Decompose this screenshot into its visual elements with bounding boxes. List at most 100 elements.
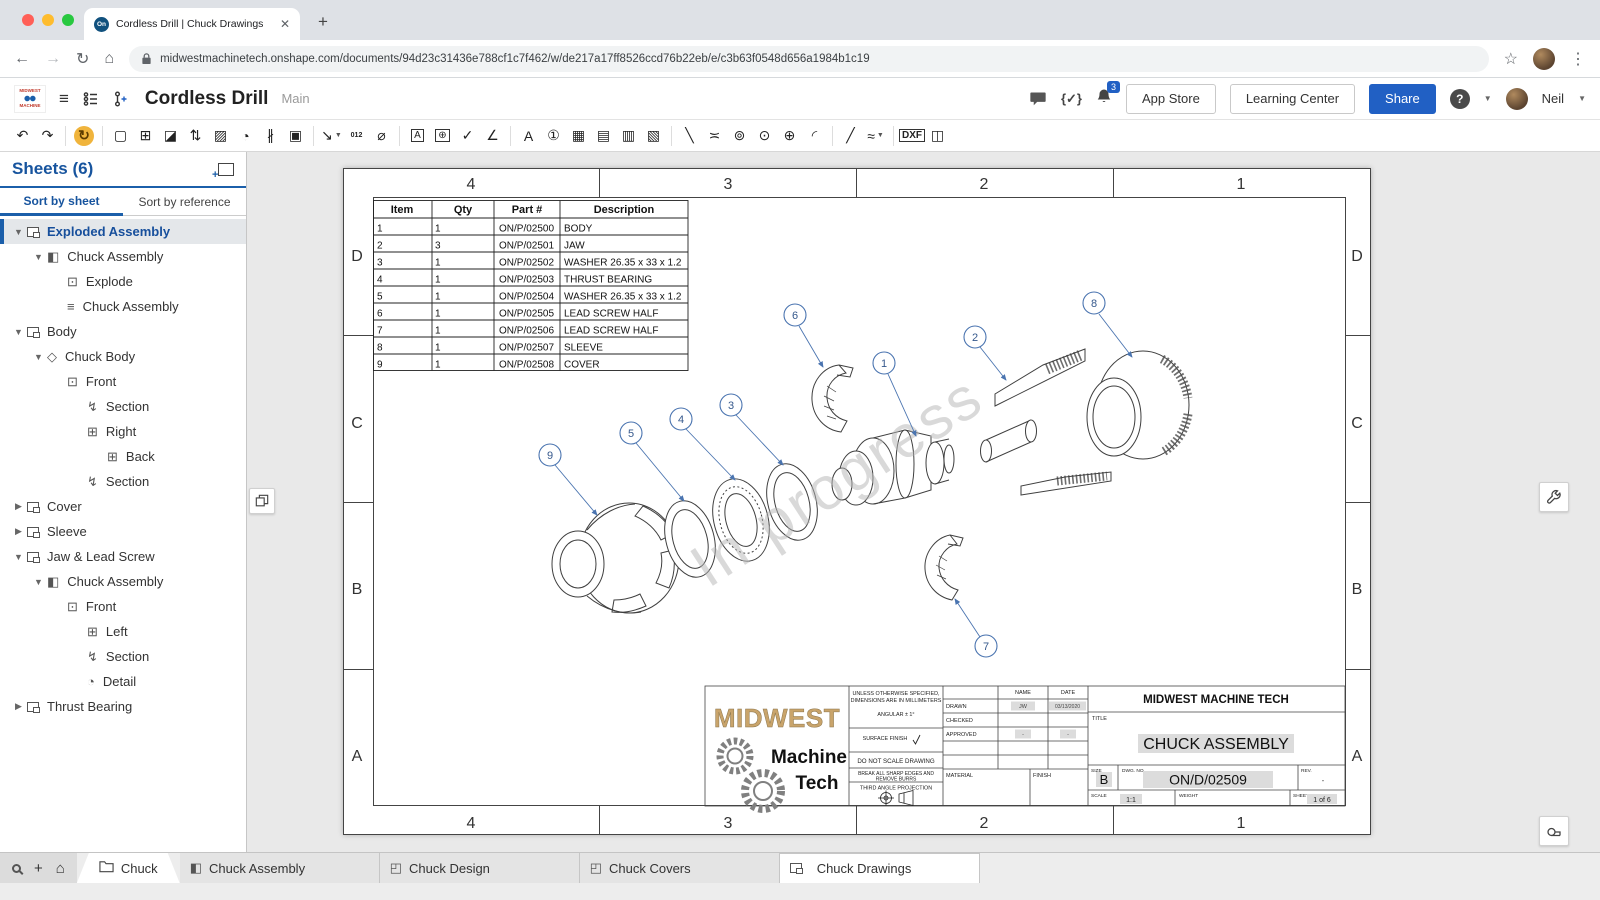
text-icon[interactable]: A — [516, 124, 541, 148]
export-dxf-icon[interactable]: DXF — [899, 124, 925, 148]
point-to-point-icon[interactable]: ╲ — [677, 124, 702, 148]
reload-icon[interactable]: ↻ — [76, 49, 89, 69]
share-button[interactable]: Share — [1369, 84, 1436, 114]
user-caret-icon[interactable]: ▼ — [1578, 94, 1586, 103]
projected-view-icon[interactable]: ⊞ — [133, 124, 158, 148]
minimize-window-button[interactable] — [42, 14, 54, 26]
circle-center-icon[interactable]: ⊙ — [752, 124, 777, 148]
home-icon[interactable]: ⌂ — [104, 50, 114, 68]
diameter-dimension-icon[interactable]: ⌀ — [369, 124, 394, 148]
section-view-icon[interactable]: ⇅ — [183, 124, 208, 148]
dimension-icon[interactable]: ↘▼ — [319, 124, 344, 148]
window-controls[interactable] — [22, 14, 74, 26]
break-view-icon[interactable]: ∦ — [258, 124, 283, 148]
document-tab-chuck[interactable]: Chuck — [77, 853, 180, 883]
sheet-tools-button[interactable] — [1539, 482, 1569, 512]
user-avatar[interactable] — [1506, 88, 1528, 110]
sheet-tree-item-thrust-bearing[interactable]: ▶Thrust Bearing — [0, 694, 246, 719]
sheet-tree-item-section[interactable]: ↯Section — [0, 644, 246, 669]
close-tab-icon[interactable]: ✕ — [280, 17, 290, 31]
ordinate-dimension-icon[interactable]: 012 — [344, 124, 369, 148]
document-tab-chuck-design[interactable]: ◰Chuck Design — [380, 853, 580, 883]
branch-icon[interactable] — [113, 90, 128, 108]
versions-history-icon[interactable] — [82, 90, 100, 108]
home-icon-tabbar[interactable]: ⌂ — [56, 860, 65, 877]
chevron-right-icon[interactable]: ▶ — [10, 701, 27, 712]
browser-profile-avatar[interactable] — [1533, 48, 1555, 70]
centerline-icon[interactable]: ≍ — [702, 124, 727, 148]
drawing-canvas[interactable]: 4 3 2 1 4 3 2 1 D C B A D C B A — [247, 152, 1600, 852]
tab-sort-by-reference[interactable]: Sort by reference — [123, 188, 246, 216]
sheet-tree-item-front[interactable]: ⊡Front — [0, 369, 246, 394]
address-bar[interactable]: midwestmachinetech.onshape.com/documents… — [129, 46, 1489, 72]
tangent-icon[interactable]: ◜ — [802, 124, 827, 148]
tab-sort-by-sheet[interactable]: Sort by sheet — [0, 188, 123, 216]
measure-button[interactable] — [1539, 816, 1569, 846]
document-tab-chuck-covers[interactable]: ◰Chuck Covers — [580, 853, 780, 883]
notifications-bell-icon[interactable]: 3 — [1096, 88, 1112, 110]
browser-menu-icon[interactable]: ⋮ — [1570, 49, 1586, 69]
comments-icon[interactable] — [1029, 90, 1047, 107]
sheet-tree-item-exploded-assembly[interactable]: ▼Exploded Assembly — [0, 219, 246, 244]
surface-finish-icon[interactable]: ✓ — [455, 124, 480, 148]
new-sheet-icon[interactable] — [218, 163, 234, 176]
auxiliary-view-icon[interactable]: ◪ — [158, 124, 183, 148]
user-name[interactable]: Neil — [1542, 91, 1564, 106]
document-tab-chuck-assembly[interactable]: ◧Chuck Assembly — [180, 853, 380, 883]
sheet-tree-item-jaw-lead-screw[interactable]: ▼Jaw & Lead Screw — [0, 544, 246, 569]
crop-view-icon[interactable]: ◔ — [233, 124, 258, 148]
bom-table-icon[interactable]: ▤ — [591, 124, 616, 148]
weld-symbol-icon[interactable]: ∠ — [480, 124, 505, 148]
sheet-tree-item-back[interactable]: ⊞Back — [0, 444, 246, 469]
browser-tab[interactable]: On Cordless Drill | Chuck Drawings ✕ — [84, 8, 300, 40]
help-icon[interactable]: ? — [1450, 89, 1470, 109]
spline-icon[interactable]: ≈▼ — [863, 124, 888, 148]
center-mark-pattern-icon[interactable]: ⊚ — [727, 124, 752, 148]
sheet-tree-item-chuck-assembly[interactable]: ▼◧Chuck Assembly — [0, 569, 246, 594]
sheet-tree-item-cover[interactable]: ▶Cover — [0, 494, 246, 519]
hole-table-icon[interactable]: ▥ — [616, 124, 641, 148]
chevron-down-icon[interactable]: ▼ — [10, 327, 27, 337]
revision-table-icon[interactable]: ▧ — [641, 124, 666, 148]
help-caret-icon[interactable]: ▼ — [1484, 94, 1492, 103]
balloon-icon[interactable]: ① — [541, 124, 566, 148]
note-icon[interactable]: A — [405, 124, 430, 148]
sheet-tree-item-right[interactable]: ⊞Right — [0, 419, 246, 444]
chevron-down-icon[interactable]: ▼ — [30, 577, 47, 587]
undo-icon[interactable]: ↶ — [10, 124, 35, 148]
featurescript-icon[interactable]: {✓} — [1061, 91, 1082, 107]
zoom-window-button[interactable] — [62, 14, 74, 26]
sheet-tree-item-detail[interactable]: ◔Detail — [0, 669, 246, 694]
main-menu-icon[interactable]: ≡ — [59, 89, 69, 109]
detail-view-icon[interactable]: ▨ — [208, 124, 233, 148]
search-tabs-icon[interactable] — [12, 864, 21, 873]
sheet-tree-item-section[interactable]: ↯Section — [0, 469, 246, 494]
forward-icon[interactable]: → — [45, 50, 61, 68]
workspace-name[interactable]: Main — [281, 91, 309, 106]
sheet-tree-item-chuck-assembly[interactable]: ≡Chuck Assembly — [0, 294, 246, 319]
sheet-tree-item-section[interactable]: ↯Section — [0, 394, 246, 419]
redo-icon[interactable]: ↷ — [35, 124, 60, 148]
chevron-down-icon[interactable]: ▼ — [30, 252, 47, 262]
sheet-tree-item-body[interactable]: ▼Body — [0, 319, 246, 344]
document-tab-chuck-drawings[interactable]: Chuck Drawings — [780, 853, 980, 883]
table-icon[interactable]: ▦ — [566, 124, 591, 148]
collapse-sheets-panel-button[interactable] — [249, 488, 275, 514]
new-tab-button[interactable]: + — [318, 12, 328, 32]
chevron-right-icon[interactable]: ▶ — [10, 501, 27, 512]
chevron-right-icon[interactable]: ▶ — [10, 526, 27, 537]
sheet-tree-item-chuck-assembly[interactable]: ▼◧Chuck Assembly — [0, 244, 246, 269]
chevron-down-icon[interactable]: ▼ — [10, 227, 27, 237]
sheet-tree-item-explode[interactable]: ⊡Explode — [0, 269, 246, 294]
update-views-icon[interactable]: ↻ — [74, 126, 94, 146]
sheet-tree-item-chuck-body[interactable]: ▼◇Chuck Body — [0, 344, 246, 369]
sheet-tree-item-left[interactable]: ⊞Left — [0, 619, 246, 644]
center-mark-icon[interactable]: ⊕ — [777, 124, 802, 148]
close-window-button[interactable] — [22, 14, 34, 26]
add-tab-icon[interactable]: + — [34, 860, 43, 877]
insert-view-icon[interactable]: ▢ — [108, 124, 133, 148]
geometric-tolerance-icon[interactable]: ⊕ — [430, 124, 455, 148]
back-icon[interactable]: ← — [14, 50, 30, 68]
sheet-tree-item-sleeve[interactable]: ▶Sleeve — [0, 519, 246, 544]
crop-icon[interactable]: ▣ — [283, 124, 308, 148]
